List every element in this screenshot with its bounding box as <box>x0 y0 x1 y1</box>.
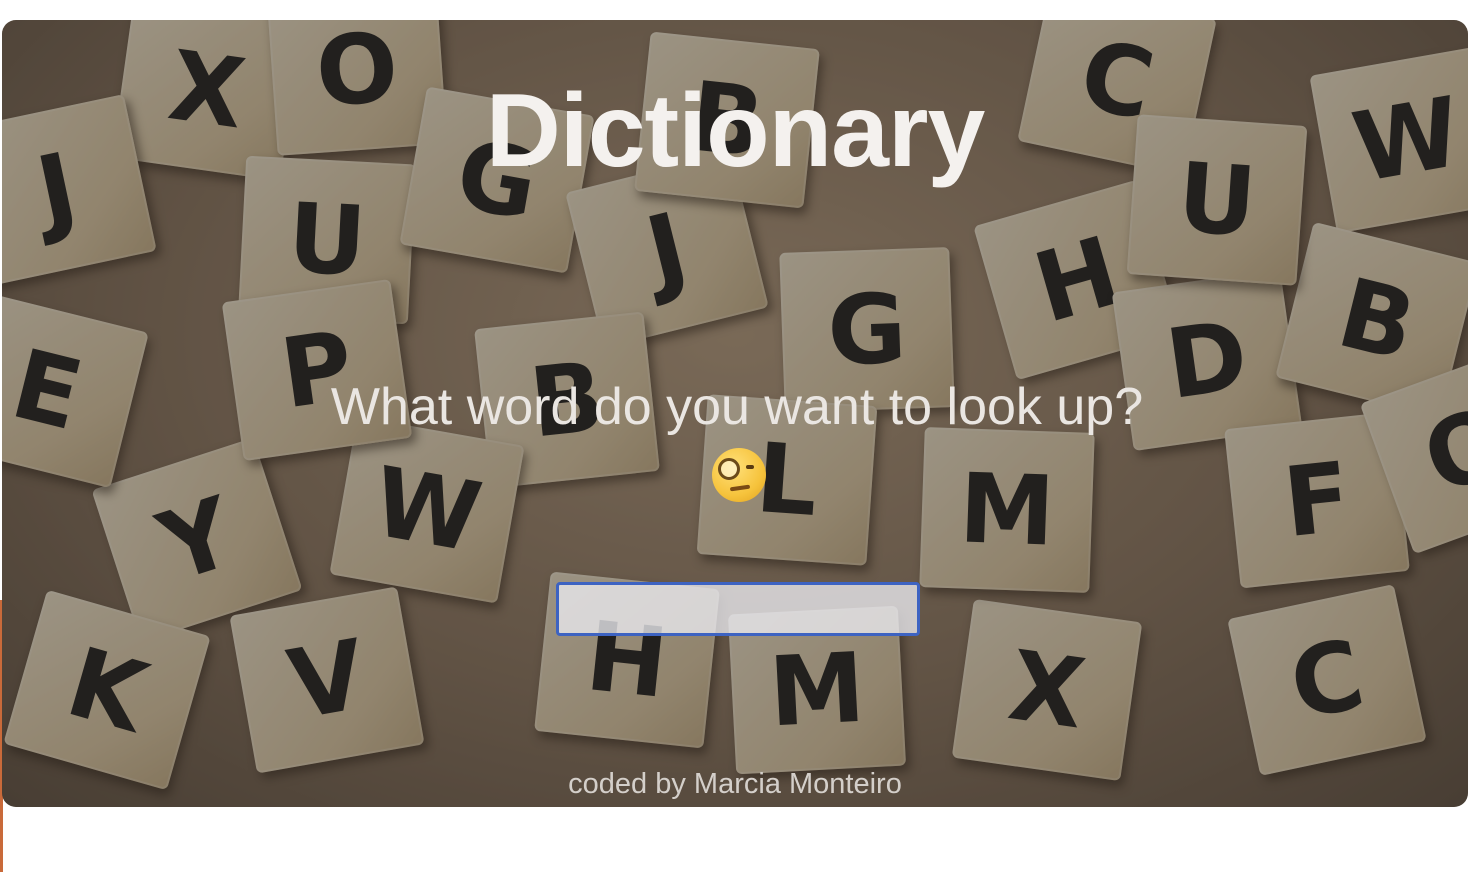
hero-panel: X O J U G J B G C W H D B F C X M M L B … <box>2 20 1468 807</box>
search-input[interactable] <box>556 582 920 636</box>
footer-credit: coded by Marcia Monteiro <box>568 768 902 800</box>
face-with-monocle-icon <box>712 448 766 502</box>
question-heading: What word do you want to look up? <box>322 372 1152 512</box>
page-title: Dictionary <box>485 73 986 189</box>
question-text: What word do you want to look up? <box>330 378 1144 436</box>
